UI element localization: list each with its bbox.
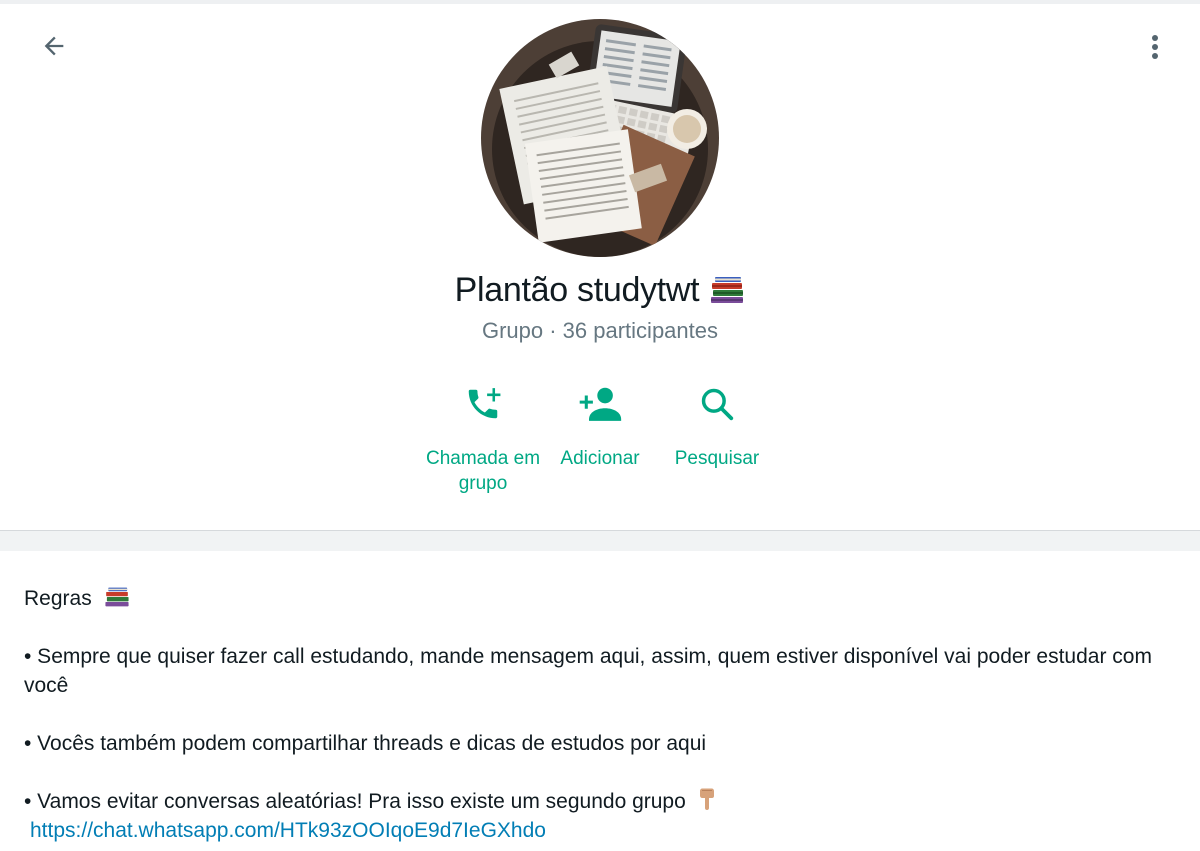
rule-1: • Sempre que quiser fazer call estudando… [24,645,1152,697]
arrow-back-icon [44,36,64,56]
group-invite-link[interactable]: https://chat.whatsapp.com/HTk93zOOIqoE9d… [24,819,546,842]
group-description: Regras • Sempre que quiser fazer call es… [24,584,1184,845]
books-icon [104,587,129,607]
avatar-photo [481,19,719,257]
group-subtitle: Grupo · 36 participantes [481,318,719,343]
description-heading: Regras [24,587,92,610]
books-icon [711,277,744,303]
back-button[interactable] [30,26,78,66]
search-icon [701,388,734,421]
group-avatar[interactable] [481,19,719,257]
more-options-button[interactable] [1134,26,1176,68]
group-title: Plantão studytwt [454,270,700,309]
add-participant-label: Adicionar [560,448,640,469]
more-vert-icon [1152,35,1158,59]
search-label: Pesquisar [674,448,760,469]
pointing-down-icon [699,788,714,810]
group-title-row: Plantão studytwt [300,266,900,314]
add-call-icon [468,388,501,419]
rule-3: • Vamos evitar conversas aleatórias! Pra… [24,790,686,813]
description-heading-row: Regras [24,584,1184,613]
section-divider [0,531,1200,551]
rule-2: • Vocês também podem compartilhar thread… [24,732,707,755]
add-person-icon [579,387,622,421]
rule-3-row: • Vamos evitar conversas aleatórias! Pra… [24,787,1184,816]
search-button[interactable]: Pesquisar [647,380,787,471]
